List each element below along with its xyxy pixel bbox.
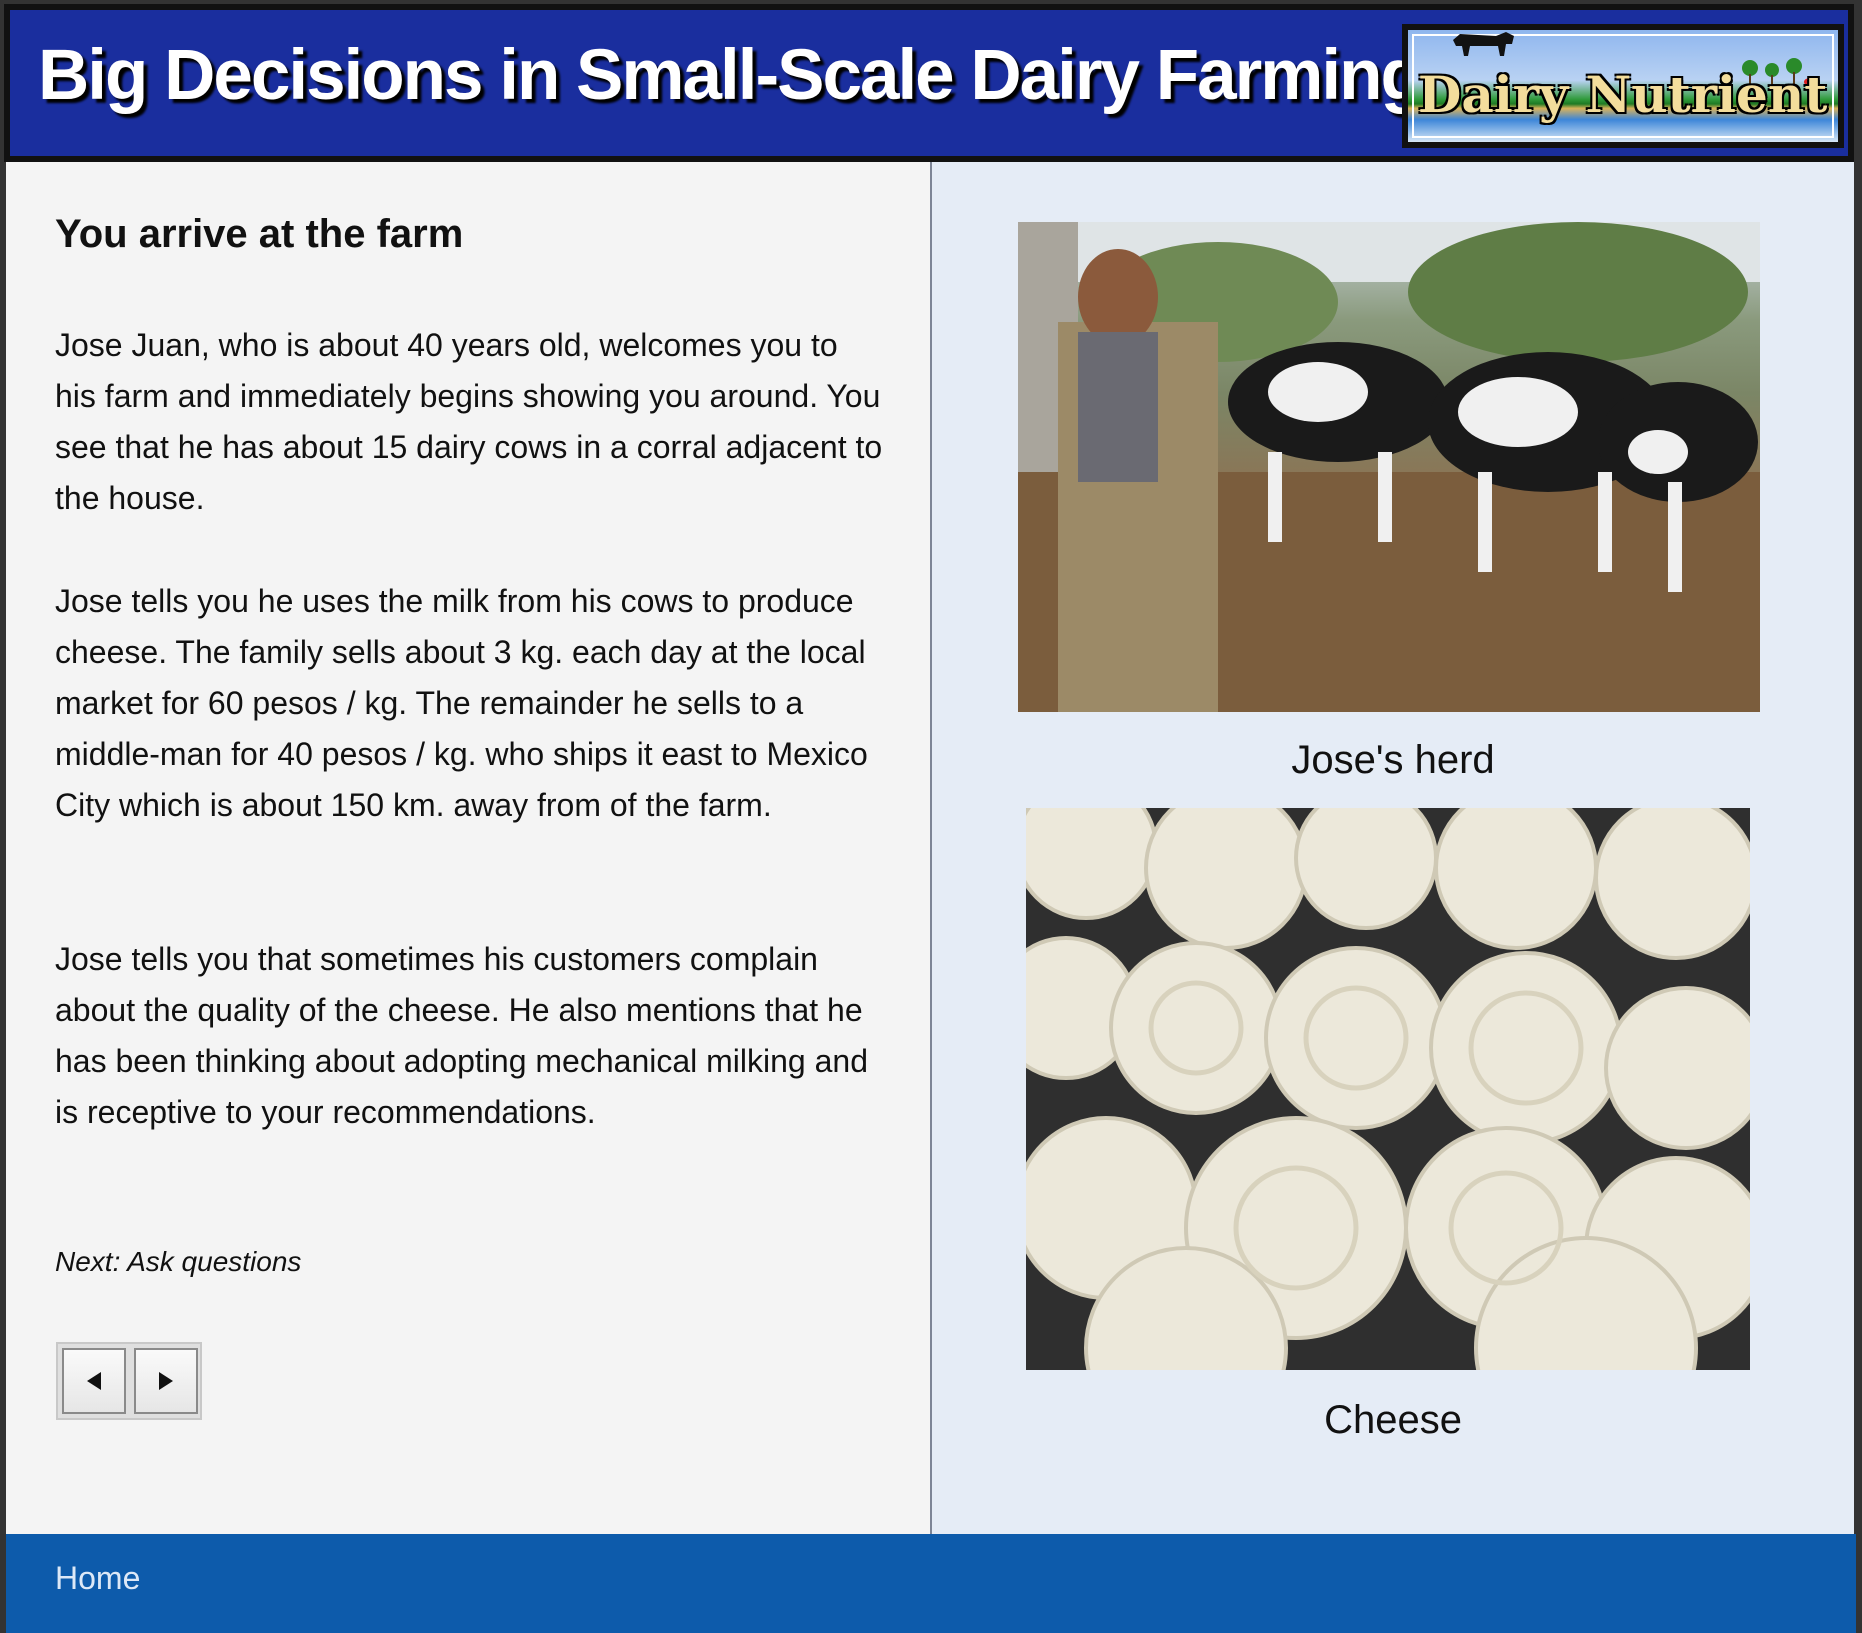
herd-photo — [1018, 222, 1760, 712]
nav-button-group — [56, 1342, 202, 1420]
previous-button[interactable] — [62, 1348, 126, 1414]
cheese-photo-illustration — [1026, 808, 1750, 1370]
cow-icon — [1453, 32, 1514, 56]
site-header: Big Decisions in Small-Scale Dairy Farmi… — [4, 4, 1854, 162]
next-button[interactable] — [134, 1348, 198, 1414]
page-frame: Big Decisions in Small-Scale Dairy Farmi… — [0, 0, 1862, 1633]
paragraph-2: Jose tells you he uses the milk from his… — [55, 583, 868, 823]
home-link[interactable]: Home — [55, 1560, 140, 1597]
dairy-nutrient-logo[interactable]: Dairy Nutrient — [1402, 24, 1844, 148]
cheese-photo — [1026, 808, 1750, 1370]
herd-caption: Jose's herd — [1291, 738, 1495, 782]
site-footer: Home — [6, 1534, 1856, 1633]
paragraph-1: Jose Juan, who is about 40 years old, we… — [55, 327, 883, 516]
site-title: Big Decisions in Small-Scale Dairy Farmi… — [38, 36, 1424, 115]
page-heading: You arrive at the farm — [55, 212, 464, 256]
triangle-right-icon — [159, 1372, 173, 1390]
next-step-label: Next: Ask questions — [55, 1246, 302, 1277]
herd-photo-illustration — [1018, 222, 1760, 712]
logo-text: Dairy Nutrient — [1418, 65, 1828, 124]
image-panel: Jose's herd Cheese — [932, 162, 1854, 1534]
cheese-caption: Cheese — [1324, 1398, 1462, 1442]
text-panel: You arrive at the farm Jose Juan, who is… — [6, 162, 932, 1534]
triangle-left-icon — [87, 1372, 101, 1390]
paragraph-3: Jose tells you that sometimes his custom… — [55, 941, 868, 1130]
